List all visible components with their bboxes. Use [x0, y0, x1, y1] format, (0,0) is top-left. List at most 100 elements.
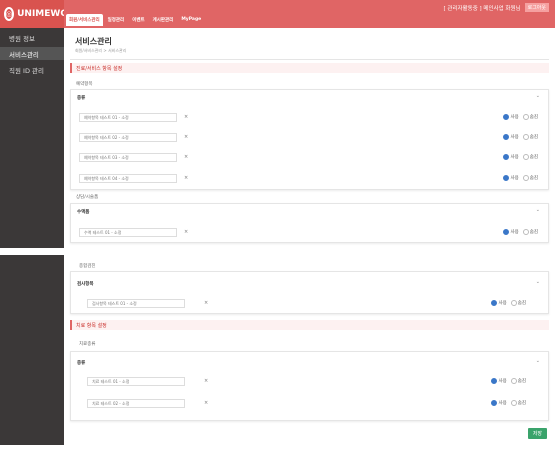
radio-use-label: 사용	[498, 301, 507, 306]
list-item: 치료 테스트 02 - 소정 × 사용 숨김	[71, 399, 548, 411]
box-title: 종류	[77, 361, 86, 366]
checkup-box: 검사항목 ⌄ 검사항목 테스트 01 - 소정 × 사용 숨김	[70, 271, 549, 314]
radio-unchecked-icon	[522, 114, 529, 120]
tab-member-service[interactable]: 회원/서비스관리	[66, 14, 103, 26]
delete-icon[interactable]: ×	[184, 134, 188, 140]
visibility-radio: 사용 숨김	[503, 154, 538, 160]
item-input[interactable]: 수액 테스트 01 - 소정	[79, 228, 177, 237]
sidebar	[0, 255, 64, 445]
brand-name: UNIMEWO	[17, 9, 68, 19]
box-title: 검사항목	[77, 282, 94, 287]
sidebar-item-service[interactable]: 서비스관리	[0, 47, 64, 60]
radio-use-label: 사용	[510, 135, 519, 140]
list-item: 예약항목 테스트 02 - 소정 × 사용 숨김	[71, 133, 548, 145]
group-label-checkup: 종합검진	[79, 264, 96, 269]
section-treatment-title: 치료 항목 설정	[70, 320, 549, 330]
delete-icon[interactable]: ×	[204, 300, 208, 306]
radio-hide[interactable]: 숨김	[522, 229, 538, 235]
radio-use[interactable]: 사용	[503, 114, 519, 120]
chevron-down-icon[interactable]: ⌄	[536, 279, 540, 285]
screenshot-top: ◎ UNIMEWO 병원 정보 서비스관리 직원 ID 관리 [ 관리자활동중 …	[0, 0, 555, 248]
item-input[interactable]: 예약항목 테스트 01 - 소정	[79, 113, 177, 122]
treatment-box: 종류 ⌄ 치료 테스트 01 - 소정 × 사용 숨김 치료 테스트 02 - 소…	[70, 351, 549, 421]
radio-use-label: 사용	[510, 155, 519, 160]
radio-unchecked-icon	[522, 154, 529, 160]
visibility-radio: 사용 숨김	[503, 114, 538, 120]
save-button[interactable]: 저장	[527, 428, 547, 439]
reservation-box: 종류 ⌄ 예약항목 테스트 01 - 소정 × 사용 숨김 예약항목 테스트 02…	[70, 89, 549, 190]
radio-hide-label: 숨김	[517, 401, 526, 406]
visibility-radio: 사용 숨김	[503, 134, 538, 140]
list-item: 예약항목 테스트 01 - 소정 × 사용 숨김	[71, 113, 548, 125]
consult-box: 수액폼 ⌄ 수액 테스트 01 - 소정 × 사용 숨김	[70, 203, 549, 243]
chevron-down-icon[interactable]: ⌄	[536, 93, 540, 99]
radio-hide-label: 숨김	[529, 115, 538, 120]
radio-use[interactable]: 사용	[503, 175, 519, 181]
radio-unchecked-icon	[510, 400, 517, 406]
radio-use[interactable]: 사용	[503, 154, 519, 160]
item-input[interactable]: 예약항목 테스트 03 - 소정	[79, 153, 177, 162]
radio-hide[interactable]: 숨김	[510, 400, 526, 406]
tab-schedule[interactable]: 일정관리	[105, 14, 128, 26]
tab-event[interactable]: 이벤트	[129, 14, 147, 26]
item-input[interactable]: 예약항목 테스트 04 - 소정	[79, 174, 177, 183]
delete-icon[interactable]: ×	[184, 114, 188, 120]
radio-hide-label: 숨김	[529, 155, 538, 160]
group-label-reservation: 예약항목	[76, 82, 93, 87]
radio-use[interactable]: 사용	[503, 134, 519, 140]
radio-checked-icon	[491, 300, 498, 306]
visibility-radio: 사용 숨김	[503, 175, 538, 181]
item-input[interactable]: 치료 테스트 01 - 소정	[87, 377, 185, 386]
delete-icon[interactable]: ×	[184, 175, 188, 181]
radio-checked-icon	[503, 134, 510, 140]
delete-icon[interactable]: ×	[204, 378, 208, 384]
delete-icon[interactable]: ×	[184, 154, 188, 160]
radio-hide[interactable]: 숨김	[522, 114, 538, 120]
radio-hide[interactable]: 숨김	[522, 175, 538, 181]
radio-hide[interactable]: 숨김	[510, 300, 526, 306]
radio-use[interactable]: 사용	[491, 300, 507, 306]
delete-icon[interactable]: ×	[184, 229, 188, 235]
sidebar-item-staff-id[interactable]: 직원 ID 관리	[0, 63, 64, 76]
radio-use[interactable]: 사용	[503, 229, 519, 235]
radio-use[interactable]: 사용	[491, 378, 507, 384]
page-title: 서비스관리	[75, 37, 112, 46]
delete-icon[interactable]: ×	[204, 400, 208, 406]
visibility-radio: 사용 숨김	[491, 300, 526, 306]
visibility-radio: 사용 숨김	[491, 378, 526, 384]
item-input[interactable]: 치료 테스트 02 - 소정	[87, 399, 185, 408]
notice: [ 관리자활동중 ] 메인사업 화원님 로그아웃	[444, 3, 549, 12]
list-item: 예약항목 테스트 03 - 소정 × 사용 숨김	[71, 153, 548, 165]
screenshot-bottom: 종합검진 검사항목 ⌄ 검사항목 테스트 01 - 소정 × 사용 숨김 치료 항…	[0, 255, 555, 451]
radio-checked-icon	[491, 378, 498, 384]
radio-unchecked-icon	[522, 175, 529, 181]
radio-hide[interactable]: 숨김	[522, 154, 538, 160]
brand[interactable]: ◎ UNIMEWO	[0, 0, 68, 28]
radio-use-label: 사용	[498, 401, 507, 406]
item-input[interactable]: 검사항목 테스트 01 - 소정	[87, 299, 185, 308]
chevron-down-icon[interactable]: ⌄	[536, 207, 540, 213]
radio-unchecked-icon	[522, 229, 529, 235]
tab-board[interactable]: 게시판관리	[150, 14, 177, 26]
tab-mypage[interactable]: MyPage	[178, 14, 204, 26]
radio-use-label: 사용	[498, 379, 507, 384]
group-label-treatment: 치료종류	[79, 342, 96, 347]
item-input[interactable]: 예약항목 테스트 02 - 소정	[79, 133, 177, 142]
logout-button[interactable]: 로그아웃	[524, 3, 549, 12]
nav-tabs: 회원/서비스관리 일정관리 이벤트 게시판관리 MyPage	[66, 14, 204, 26]
radio-checked-icon	[503, 154, 510, 160]
radio-hide[interactable]: 숨김	[510, 378, 526, 384]
visibility-radio: 사용 숨김	[491, 400, 526, 406]
chevron-down-icon[interactable]: ⌄	[536, 358, 540, 364]
sidebar-item-hospital-info[interactable]: 병원 정보	[0, 31, 64, 44]
radio-hide-label: 숨김	[529, 135, 538, 140]
list-item: 검사항목 테스트 01 - 소정 × 사용 숨김	[71, 299, 548, 311]
radio-unchecked-icon	[510, 300, 517, 306]
visibility-radio: 사용 숨김	[503, 229, 538, 235]
list-item: 예약항목 테스트 04 - 소정 × 사용 숨김	[71, 174, 548, 186]
radio-hide[interactable]: 숨김	[522, 134, 538, 140]
breadcrumb: 회원/서비스관리 > 서비스관리	[75, 48, 127, 53]
radio-use[interactable]: 사용	[491, 400, 507, 406]
logo-icon: ◎	[4, 7, 15, 21]
list-item: 치료 테스트 01 - 소정 × 사용 숨김	[71, 377, 548, 389]
